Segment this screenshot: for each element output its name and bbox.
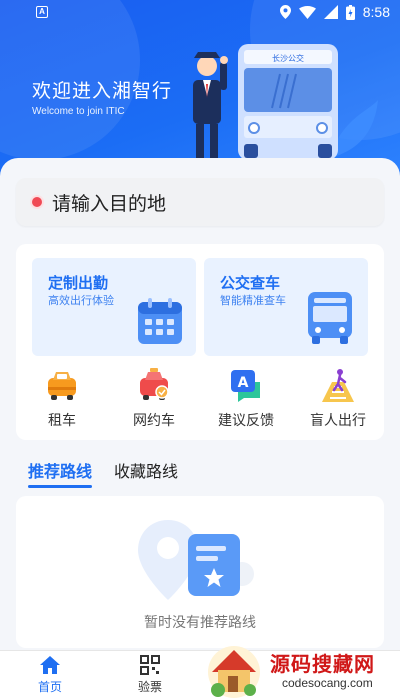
quick-actions-row: 租车 网约车 A 建议反馈 盲人出行 <box>16 368 384 434</box>
house-logo-icon <box>208 646 260 698</box>
home-icon <box>40 656 60 674</box>
blind-travel-icon <box>322 369 354 402</box>
welcome-subtitle: Welcome to join ITIC <box>32 106 125 117</box>
quick-action-label: 建议反馈 <box>218 413 274 429</box>
nav-home-label: 首页 <box>37 680 62 694</box>
location-icon <box>279 5 291 19</box>
watermark-title: 源码搜藏网 <box>270 652 375 676</box>
services-card: 定制出勤 高效出行体验 公交查车 智能精准查车 租车 网约车 A 建议反馈 盲人… <box>16 244 384 440</box>
nav-home[interactable]: 首页 <box>20 655 80 695</box>
svg-text:A: A <box>238 375 249 391</box>
conductor-and-bus-illustration: 长沙公交 <box>193 44 378 162</box>
destination-dot-icon <box>32 197 42 207</box>
clock-time: 8:58 <box>362 4 390 20</box>
quick-action-ride-hailing[interactable]: 网约车 <box>114 368 194 434</box>
quick-action-label: 盲人出行 <box>310 413 366 429</box>
wifi-icon <box>298 5 316 19</box>
route-tabs: 推荐路线 收藏路线 <box>28 458 178 488</box>
custom-commute-subtitle: 高效出行体验 <box>48 294 114 307</box>
custom-commute-tile[interactable]: 定制出勤 高效出行体验 <box>32 258 196 356</box>
car-rental-icon <box>48 372 76 400</box>
nav-ticket-check[interactable]: 验票 <box>120 655 180 695</box>
quick-action-car-rental[interactable]: 租车 <box>22 368 102 434</box>
quick-action-label: 租车 <box>48 413 76 429</box>
bus-lookup-subtitle: 智能精准查车 <box>220 294 286 307</box>
feedback-icon: A <box>231 370 260 402</box>
ride-hailing-icon <box>140 368 169 400</box>
routes-list-card: 暂时没有推荐路线 <box>16 496 384 648</box>
calendar-icon <box>138 298 182 344</box>
bus-icon <box>308 292 352 344</box>
empty-routes-icon <box>138 520 254 600</box>
bus-lookup-title: 公交查车 <box>220 274 281 292</box>
empty-routes-message: 暂时没有推荐路线 <box>144 615 256 631</box>
battery-charging-icon <box>345 4 355 20</box>
nav-ticket-label: 验票 <box>137 680 162 694</box>
status-bar: A 8:58 <box>0 0 400 26</box>
tab-favorite-routes[interactable]: 收藏路线 <box>114 458 178 482</box>
bus-lookup-tile[interactable]: 公交查车 智能精准查车 <box>204 258 368 356</box>
welcome-title: 欢迎进入湘智行 <box>32 80 173 102</box>
search-placeholder: 请输入目的地 <box>52 192 167 215</box>
custom-commute-title: 定制出勤 <box>48 274 109 292</box>
bus-destination-sign: 长沙公交 <box>272 53 304 63</box>
app-notification-icon: A <box>36 6 48 18</box>
quick-action-blind-travel[interactable]: 盲人出行 <box>298 368 378 434</box>
qr-code-icon <box>140 655 160 675</box>
signal-icon <box>323 5 338 19</box>
destination-search-input[interactable]: 请输入目的地 <box>16 178 384 226</box>
quick-action-feedback[interactable]: A 建议反馈 <box>206 368 286 434</box>
watermark-url: codesocang.com <box>282 676 373 690</box>
source-watermark: 源码搜藏网 codesocang.com <box>200 642 400 700</box>
tab-recommended-routes[interactable]: 推荐路线 <box>28 458 93 488</box>
quick-action-label: 网约车 <box>133 413 175 429</box>
